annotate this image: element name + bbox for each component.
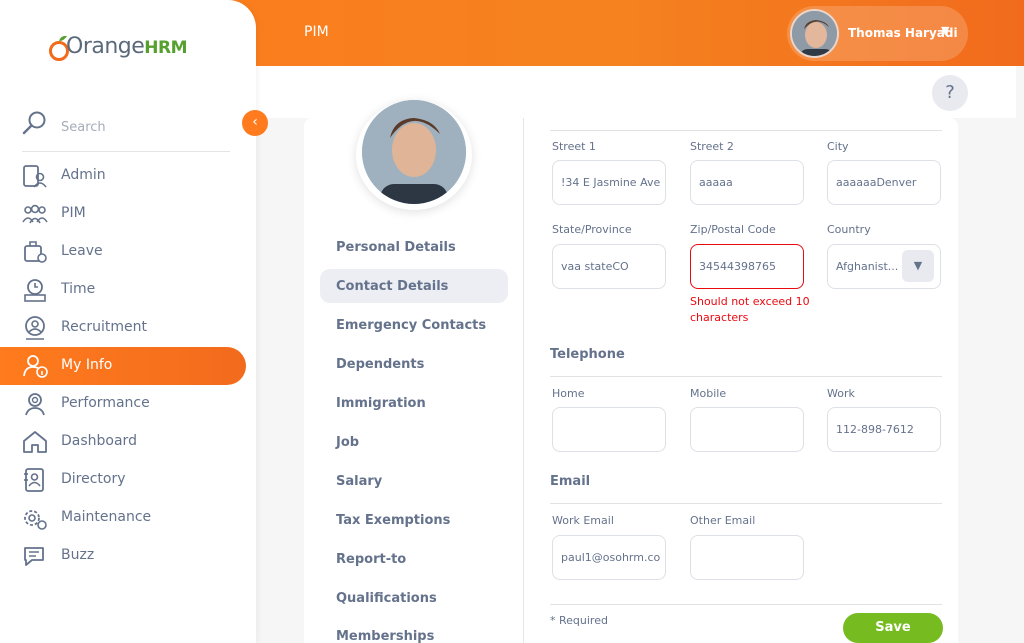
sidebar: OrangeHRM Search Admin PIM Leave Time Re… (0, 0, 256, 643)
email-section-title: Email (550, 474, 591, 489)
mobile-phone-label: Mobile (690, 387, 727, 400)
tab-emergency-contacts[interactable]: Emergency Contacts (336, 318, 486, 333)
country-label: Country (827, 223, 871, 236)
search-input[interactable]: Search (61, 120, 106, 135)
sidebar-item-admin[interactable]: Admin (0, 157, 246, 195)
pim-icon (22, 204, 48, 224)
profile-picture[interactable] (356, 100, 472, 210)
home-phone-input[interactable] (552, 407, 666, 452)
sidebar-item-label: Performance (61, 395, 150, 411)
save-button[interactable]: Save (843, 613, 943, 643)
chevron-down-icon[interactable]: ▼ (902, 250, 934, 282)
tab-dependents[interactable]: Dependents (336, 357, 424, 372)
sidebar-item-label: Recruitment (61, 319, 148, 335)
street1-label: Street 1 (552, 140, 596, 153)
tab-personal-details[interactable]: Personal Details (336, 240, 456, 255)
sidebar-item-label: PIM (61, 205, 86, 221)
tab-qualifications[interactable]: Qualifications (336, 591, 437, 606)
secondary-bar (256, 66, 1016, 118)
sidebar-item-buzz[interactable]: Buzz (0, 537, 246, 575)
my-info-icon (23, 355, 48, 378)
tab-salary[interactable]: Salary (336, 474, 382, 489)
divider (550, 604, 942, 605)
admin-icon (23, 165, 47, 188)
logo-text-orange: Orange (66, 34, 145, 59)
user-avatar (790, 9, 839, 58)
sidebar-item-pim[interactable]: PIM (0, 195, 246, 233)
tab-immigration[interactable]: Immigration (336, 396, 426, 411)
collapse-sidebar-button[interactable]: ‹ (242, 110, 268, 136)
sidebar-item-time[interactable]: Time (0, 271, 246, 309)
sidebar-item-recruitment[interactable]: Recruitment (0, 309, 246, 347)
work-email-input[interactable]: paul1@osohrm.co (552, 535, 666, 580)
city-input[interactable]: aaaaaaDenver (827, 160, 941, 205)
work-email-label: Work Email (552, 514, 614, 527)
sidebar-item-my-info[interactable]: My Info (0, 347, 246, 385)
caret-down-icon: ▼ (941, 24, 950, 37)
tab-job[interactable]: Job (336, 435, 359, 450)
work-phone-label: Work (827, 387, 855, 400)
sidebar-item-dashboard[interactable]: Dashboard (0, 423, 246, 461)
search-icon (22, 111, 46, 135)
tab-memberships[interactable]: Memberships (336, 629, 434, 643)
telephone-section-title: Telephone (550, 347, 625, 362)
work-phone-input[interactable]: 112-898-7612 (827, 407, 941, 452)
maintenance-icon (24, 510, 47, 530)
street1-input[interactable]: !34 E Jasmine Ave (552, 160, 666, 205)
directory-icon (24, 468, 44, 492)
other-email-label: Other Email (690, 514, 756, 527)
other-email-input[interactable] (690, 535, 804, 580)
required-note: * Required (550, 614, 608, 627)
recruitment-icon (25, 316, 45, 340)
module-title: PIM (304, 24, 329, 40)
sidebar-item-leave[interactable]: Leave (0, 233, 246, 271)
home-phone-label: Home (552, 387, 585, 400)
buzz-icon (24, 547, 44, 566)
leave-icon (24, 241, 47, 263)
sidebar-search[interactable]: Search (22, 108, 230, 152)
sidebar-item-performance[interactable]: Performance (0, 385, 246, 423)
street2-label: Street 2 (690, 140, 734, 153)
time-icon (24, 279, 46, 302)
zip-error-message: Should not exceed 10 characters (690, 295, 810, 324)
city-label: City (827, 140, 849, 153)
divider (550, 130, 942, 131)
zip-label: Zip/Postal Code (690, 223, 776, 236)
sidebar-item-label: Maintenance (61, 509, 152, 525)
sidebar-item-label: Directory (61, 471, 126, 487)
orangehrm-logo[interactable]: OrangeHRM (48, 30, 188, 66)
sidebar-item-maintenance[interactable]: Maintenance (0, 499, 246, 537)
logo-text: OrangeHRM (66, 34, 188, 59)
sidebar-item-label: Admin (61, 167, 106, 183)
sidebar-item-directory[interactable]: Directory (0, 461, 246, 499)
street2-input[interactable]: aaaaa (690, 160, 804, 205)
help-button[interactable]: ? (932, 75, 968, 111)
user-menu[interactable]: Thomas Haryadi ▼ (787, 6, 968, 61)
mobile-phone-input[interactable] (690, 407, 804, 452)
sidebar-item-label: My Info (61, 357, 113, 373)
divider (550, 503, 942, 504)
sidebar-item-label: Dashboard (61, 433, 137, 449)
performance-icon (25, 393, 45, 416)
zip-input[interactable]: 34544398765 (690, 244, 804, 289)
state-label: State/Province (552, 223, 632, 236)
dashboard-icon (23, 431, 47, 453)
sidebar-item-label: Leave (61, 243, 103, 259)
sidebar-item-label: Time (61, 281, 96, 297)
divider (550, 376, 942, 377)
logo-text-hrm: HRM (144, 38, 188, 58)
sidebar-item-label: Buzz (61, 547, 95, 563)
tab-report-to[interactable]: Report-to (336, 552, 406, 567)
tab-tax-exemptions[interactable]: Tax Exemptions (336, 513, 450, 528)
state-input[interactable]: vaa stateCO (552, 244, 666, 289)
tab-contact-details[interactable]: Contact Details (336, 279, 448, 294)
